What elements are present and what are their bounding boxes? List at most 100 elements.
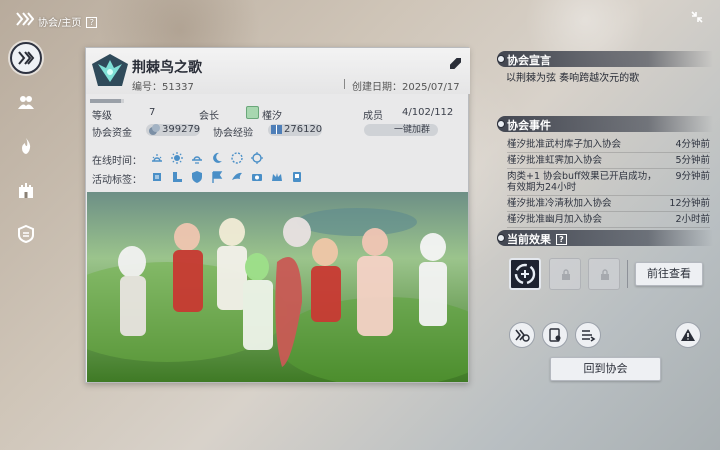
event-item: 槿汐批准虹霁加入协会 5分钟前 [507,153,710,169]
leader-name[interactable]: 槿汐 [262,107,282,122]
created-date: 创建日期：2025/07/17 [344,78,460,93]
exp-progress-fill [90,99,121,103]
exp-label: 协会经验 [213,128,253,139]
leader-avatar[interactable] [246,106,259,119]
group-photo-illustration [87,192,468,382]
guild-info-card: 荆棘鸟之歌 编号：51337 创建日期：2025/07/17 等级 7 会长 槿… [85,47,470,383]
declaration-header-dot [497,55,505,63]
online-time-icons [150,151,264,165]
flag-icon [212,171,223,183]
event-text: 槿汐批准冷清秋加入协会 [507,198,612,209]
battle-icon [153,173,161,181]
event-time: 4分钟前 [675,139,710,150]
exp-progress-bar [90,99,124,103]
buff-effect-icon [514,263,536,285]
online-time-label: 在线时间： [92,156,142,167]
sidebar [8,42,44,262]
breadcrumb: 协会/主页? [38,14,98,29]
transfer-icon [515,329,530,342]
event-text: 槿汐批准虹霁加入协会 [507,155,603,166]
join-group-button[interactable]: 一键加群 [364,124,438,136]
return-to-guild-button[interactable]: 回到协会 [550,357,661,381]
moon-icon [213,152,222,163]
card-icon [293,172,301,182]
event-item: 槿汐批准冷清秋加入协会 12分钟前 [507,196,710,212]
event-item: 槿汐批准幽月加入协会 2小时前 [507,212,710,228]
leader-label: 会长 [199,111,219,122]
lock-icon [601,269,609,280]
event-time: 12分钟前 [669,198,710,209]
event-item: 肉类+1 协会buff效果已开启成功，有效期为24小时 9分钟前 [507,169,710,196]
warning-icon [681,329,695,341]
event-text: 槿汐批准幽月加入协会 [507,214,603,225]
document-settings-icon [549,328,561,342]
list-button[interactable] [575,322,601,348]
wing-icon [232,172,242,180]
guild-logo-icon [16,12,34,26]
members-label: 成员 [363,111,383,122]
event-item: 槿汐批准武村库子加入协会 4分钟前 [507,137,710,153]
coin-icon [149,124,160,135]
sidebar-item-members[interactable] [10,86,42,118]
report-button[interactable] [675,322,701,348]
event-time: 9分钟前 [675,171,710,182]
camera-icon [252,174,262,181]
event-time: 2小时前 [675,214,710,225]
sunset-icon [192,156,202,164]
guild-emblem-icon [92,54,128,86]
top-bar: 协会/主页? [0,0,720,40]
breadcrumb-text: 协会/主页 [38,18,82,29]
goto-view-button[interactable]: 前往查看 [635,262,703,286]
flame-icon [22,138,31,154]
members-icon [18,96,34,109]
events-title: 协会事件 [507,119,551,132]
effect-slot-locked [588,258,620,290]
sidebar-item-activity[interactable] [10,130,42,162]
all-day-icon [251,152,263,164]
exp-chip: 276120 [268,124,322,136]
sidebar-item-home[interactable] [10,42,42,74]
effects-title: 当前效果? [507,231,567,247]
events-header-dot [497,120,505,128]
effects-title-text: 当前效果 [507,233,551,246]
settings-button[interactable] [542,322,568,348]
members-value: 4/102/112 [402,107,454,118]
sidebar-item-building[interactable] [10,174,42,206]
effect-slot-active[interactable] [509,258,541,290]
effects-header-dot [497,234,505,242]
activity-tag-icons [150,170,304,184]
event-text: 肉类+1 协会buff效果已开启成功，有效期为24小时 [507,171,657,193]
shield-icon [192,171,202,183]
night-icon [231,152,243,164]
close-icon[interactable] [688,10,706,28]
events-list: 槿汐批准武村库子加入协会 4分钟前 槿汐批准虹霁加入协会 5分钟前 肉类+1 协会b… [507,137,710,228]
effects-divider [627,260,628,288]
guild-id: 编号：51337 [132,82,194,93]
event-time: 5分钟前 [675,155,710,166]
level-label: 等级 [92,111,112,122]
effects-help-icon[interactable]: ? [556,234,567,245]
sunrise-icon [152,154,162,162]
funds-chip: 399279 [146,124,200,136]
castle-icon [19,183,33,198]
declaration-title: 协会宣言 [507,54,551,67]
boot-icon [173,172,182,182]
activity-tags-label: 活动标签： [92,175,142,186]
list-arrow-icon [582,330,596,342]
crown-icon [272,173,282,181]
funds-label: 协会资金 [92,128,132,139]
exp-value: 276120 [284,124,323,135]
declaration-header: 协会宣言 [497,51,713,67]
event-text: 槿汐批准武村库子加入协会 [507,139,622,150]
guild-name: 荆棘鸟之歌 [132,60,202,76]
transfer-button[interactable] [509,322,535,348]
help-icon[interactable]: ? [86,17,98,28]
guild-group-photo [87,192,468,382]
effect-slot-locked [549,258,581,290]
sidebar-item-shop[interactable] [10,218,42,250]
lock-icon [562,269,570,280]
declaration-text: 以荆棘为弦 奏响跨越次元的歌 [506,73,640,84]
book-icon [271,125,282,134]
events-header: 协会事件 [497,116,713,132]
badge-icon [18,224,34,244]
